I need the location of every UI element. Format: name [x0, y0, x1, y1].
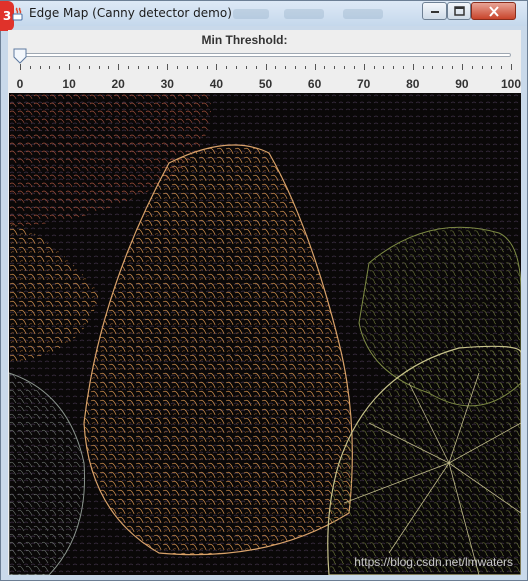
maximize-icon	[453, 6, 465, 16]
minor-tick	[491, 66, 493, 69]
tick-label: 20	[111, 77, 125, 91]
watermark-text: https://blog.csdn.net/lmwaters	[354, 555, 513, 569]
content-pane: Min Threshold: 0 10 20 30 40 50 60 70 80 90 100	[8, 30, 521, 575]
major-tick	[314, 64, 316, 70]
minor-tick	[442, 66, 444, 69]
minor-tick	[422, 66, 424, 69]
minor-tick	[177, 66, 179, 69]
minor-tick	[108, 66, 110, 69]
minor-tick	[226, 66, 228, 69]
minor-tick	[501, 66, 503, 69]
minor-tick	[196, 66, 198, 69]
major-tick	[265, 64, 267, 70]
tick-label: 40	[209, 77, 224, 91]
minor-tick	[147, 66, 149, 69]
slider-label: Min Threshold:	[201, 33, 288, 47]
minor-tick	[344, 66, 346, 69]
threshold-slider-thumb[interactable]	[13, 48, 27, 64]
minor-tick	[49, 66, 51, 69]
minor-tick	[402, 66, 404, 69]
minor-tick	[324, 66, 326, 69]
minor-tick	[137, 66, 139, 69]
maximize-button[interactable]	[447, 2, 471, 20]
background-blur	[284, 9, 324, 19]
close-button[interactable]	[471, 2, 516, 20]
minor-tick	[128, 66, 130, 69]
minor-tick	[98, 66, 100, 69]
major-tick	[118, 64, 120, 70]
app-window: 3 Edge Map (Canny detector demo) Min Thr…	[0, 0, 528, 581]
minor-tick	[452, 66, 454, 69]
tick-label: 0	[16, 77, 24, 91]
minor-tick	[245, 66, 247, 69]
tick-label: 10	[62, 77, 76, 91]
minimize-button[interactable]	[422, 2, 447, 20]
minor-tick	[59, 66, 61, 69]
tick-label: 100	[500, 77, 521, 91]
tick-label: 90	[455, 77, 469, 91]
major-tick	[20, 64, 21, 70]
tick-label: 70	[357, 77, 371, 91]
major-tick	[167, 64, 169, 70]
minor-tick	[471, 66, 473, 69]
edge-map-canvas	[8, 93, 521, 575]
minor-tick	[432, 66, 434, 69]
minor-tick	[255, 66, 257, 69]
major-tick	[69, 64, 71, 70]
background-blur	[343, 9, 383, 19]
tick-label: 80	[406, 77, 420, 91]
minor-tick	[304, 66, 306, 69]
minor-tick	[481, 66, 483, 69]
tick-label: 30	[160, 77, 174, 91]
tick-label: 60	[307, 77, 322, 91]
minor-tick	[206, 66, 208, 69]
minor-tick	[39, 66, 41, 69]
minor-tick	[29, 66, 31, 69]
major-tick	[363, 64, 365, 70]
background-blur	[233, 9, 269, 19]
window-title: Edge Map (Canny detector demo)	[29, 6, 232, 20]
minor-tick	[157, 66, 159, 69]
java-icon	[12, 7, 23, 21]
major-tick	[461, 64, 463, 70]
minor-tick	[294, 66, 296, 69]
minor-tick	[393, 66, 395, 69]
minor-tick	[186, 66, 188, 69]
close-icon	[488, 5, 499, 17]
minor-tick	[78, 66, 80, 69]
minor-tick	[88, 66, 90, 69]
minor-tick	[236, 66, 238, 69]
major-tick	[412, 64, 414, 70]
minor-tick	[334, 66, 336, 69]
tick-label: 50	[258, 77, 273, 91]
title-bar[interactable]: 3 Edge Map (Canny detector demo)	[0, 1, 527, 31]
minor-tick	[373, 66, 375, 69]
minor-tick	[383, 66, 385, 69]
threshold-slider-track[interactable]	[15, 53, 511, 57]
minor-tick	[353, 66, 355, 69]
minor-tick	[275, 66, 277, 69]
major-tick	[216, 64, 218, 70]
minor-tick	[285, 66, 287, 69]
edge-map-image: https://blog.csdn.net/lmwaters	[8, 93, 521, 575]
minimize-icon	[430, 11, 439, 13]
major-tick	[511, 64, 512, 70]
